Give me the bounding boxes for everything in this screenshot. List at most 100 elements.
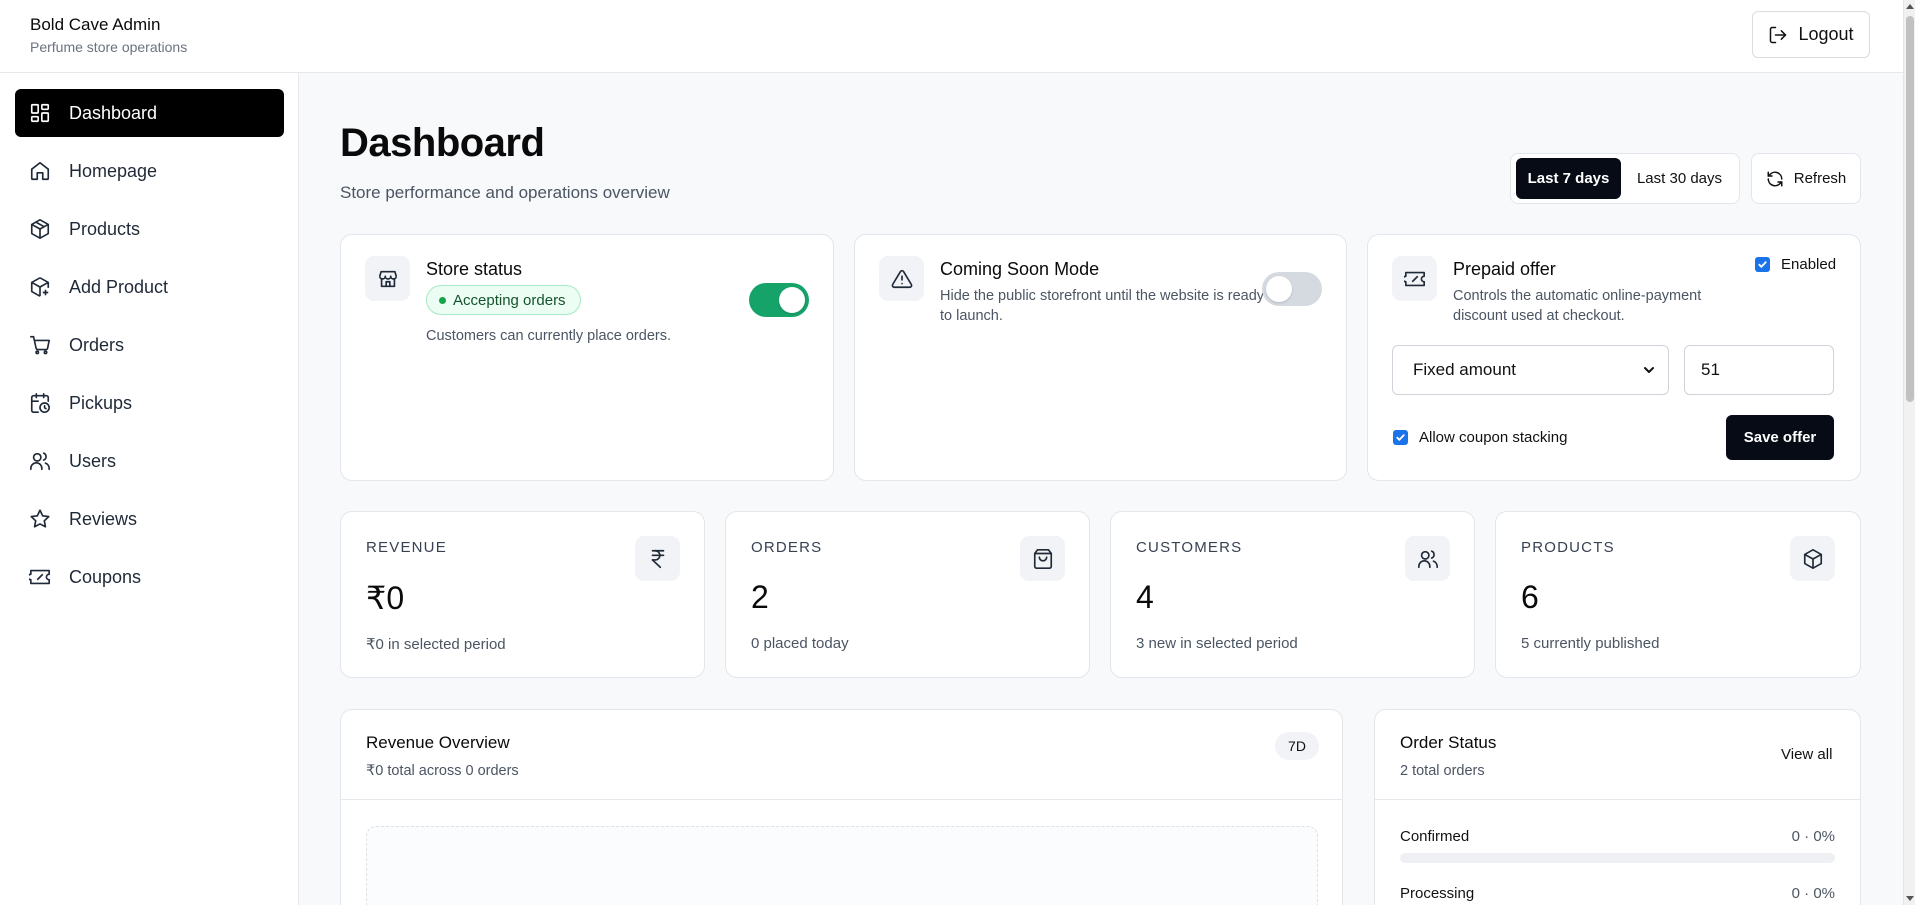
sidebar-item-label: Add Product <box>69 276 169 297</box>
sidebar-item-label: Coupons <box>69 566 142 587</box>
store-icon <box>365 256 410 301</box>
date-range-toggle: Last 7 days Last 30 days <box>1510 153 1740 204</box>
discount-type-value: Fixed amount <box>1413 360 1516 379</box>
coupon-stacking-checkbox[interactable] <box>1393 430 1408 445</box>
stat-label: CUSTOMERS <box>1136 539 1243 556</box>
logout-label: Logout <box>1798 24 1854 44</box>
sidebar-item-dashboard[interactable]: Dashboard <box>15 89 284 137</box>
range-last-7-days-button[interactable]: Last 7 days <box>1516 158 1621 199</box>
page-subtitle: Store performance and operations overvie… <box>340 183 670 202</box>
stat-subtext: 3 new in selected period <box>1136 635 1298 652</box>
panel-divider <box>1375 799 1860 800</box>
coming-soon-title: Coming Soon Mode <box>940 259 1100 279</box>
status-badge: Accepting orders <box>426 285 581 315</box>
sidebar-item-products[interactable]: Products <box>15 205 284 253</box>
status-row-name: Confirmed <box>1400 828 1470 845</box>
customers-stat-card: CUSTOMERS 4 3 new in selected period <box>1110 511 1475 678</box>
sidebar-item-reviews[interactable]: Reviews <box>15 495 284 543</box>
page-title: Dashboard <box>340 121 545 165</box>
panel-divider <box>341 799 1342 800</box>
coming-soon-toggle[interactable] <box>1262 272 1322 306</box>
order-status-title: Order Status <box>1400 733 1497 752</box>
sidebar-item-label: Homepage <box>69 160 158 181</box>
package-icon <box>30 219 50 239</box>
status-row-value: 0 · 0% <box>1791 885 1835 902</box>
rupee-icon <box>635 536 680 581</box>
stat-subtext: 0 placed today <box>751 635 849 652</box>
sidebar-item-homepage[interactable]: Homepage <box>15 147 284 195</box>
sidebar-item-coupons[interactable]: Coupons <box>15 553 284 601</box>
order-status-subtitle: 2 total orders <box>1400 763 1485 779</box>
coming-soon-card: Coming Soon Mode Hide the public storefr… <box>854 234 1347 481</box>
prepaid-offer-card: Prepaid offer Controls the automatic onl… <box>1367 234 1861 481</box>
refresh-button[interactable]: Refresh <box>1751 153 1861 204</box>
stat-value: 2 <box>751 579 769 615</box>
status-row-name: Processing <box>1400 885 1475 902</box>
sidebar-item-label: Dashboard <box>69 102 158 123</box>
calendar-clock-icon <box>30 393 50 413</box>
stat-label: REVENUE <box>366 539 447 556</box>
stat-label: ORDERS <box>751 539 823 556</box>
enabled-checkbox[interactable] <box>1755 257 1770 272</box>
cart-icon <box>30 335 50 355</box>
chevron-down-icon <box>1644 367 1654 373</box>
top-bar: Bold Cave Admin Perfume store operations… <box>0 0 1903 73</box>
coming-soon-description: Hide the public storefront until the web… <box>940 288 1265 324</box>
prepaid-offer-description: Controls the automatic online-payment di… <box>1453 288 1702 324</box>
refresh-label: Refresh <box>1793 170 1847 187</box>
offer-amount-input[interactable]: 51 <box>1684 345 1834 395</box>
sidebar-item-label: Reviews <box>69 508 138 529</box>
revenue-chart-area <box>366 826 1318 905</box>
refresh-icon <box>1767 171 1783 186</box>
stat-subtext: 5 currently published <box>1521 635 1660 652</box>
stat-value: 6 <box>1521 579 1539 615</box>
sidebar-item-users[interactable]: Users <box>15 437 284 485</box>
home-icon <box>30 161 50 181</box>
box-icon <box>1790 536 1835 581</box>
sidebar-item-label: Products <box>69 218 141 239</box>
check-icon <box>1758 261 1767 268</box>
revenue-stat-card: REVENUE ₹0 ₹0 in selected period <box>340 511 705 678</box>
ticket-icon <box>1392 256 1437 301</box>
range-chip: 7D <box>1275 732 1319 760</box>
stat-value: 4 <box>1136 579 1154 615</box>
status-badge-label: Accepting orders <box>453 291 566 309</box>
sidebar-item-label: Pickups <box>69 392 133 413</box>
page-scrollbar[interactable] <box>1903 0 1915 905</box>
ticket-icon <box>29 569 50 585</box>
sidebar-item-orders[interactable]: Orders <box>15 321 284 369</box>
sidebar-item-pickups[interactable]: Pickups <box>15 379 284 427</box>
scroll-down-arrow-icon[interactable] <box>1906 896 1914 901</box>
save-offer-button[interactable]: Save offer <box>1726 415 1834 460</box>
discount-type-select[interactable]: Fixed amount <box>1392 345 1669 395</box>
prepaid-offer-title: Prepaid offer <box>1453 259 1556 279</box>
status-dot <box>439 297 446 304</box>
shopping-bag-icon <box>1020 536 1065 581</box>
app-subtitle: Perfume store operations <box>30 39 188 55</box>
scrollbar-thumb[interactable] <box>1906 16 1914 402</box>
dashboard-icon <box>30 103 50 123</box>
store-status-toggle[interactable] <box>749 283 809 317</box>
store-status-title: Store status <box>426 259 523 279</box>
order-status-panel: Order Status 2 total orders View all Con… <box>1374 709 1861 905</box>
warning-icon <box>879 256 924 301</box>
orders-stat-card: ORDERS 2 0 placed today <box>725 511 1090 678</box>
logout-icon <box>1770 26 1787 43</box>
range-last-30-days-button[interactable]: Last 30 days <box>1626 158 1733 199</box>
sidebar: Dashboard Homepage Products Add Product … <box>0 73 299 905</box>
sidebar-item-label: Orders <box>69 334 125 355</box>
logout-button[interactable]: Logout <box>1752 11 1870 58</box>
view-all-link[interactable]: View all <box>1781 746 1832 763</box>
star-icon <box>30 509 50 528</box>
sidebar-item-add-product[interactable]: Add Product <box>15 263 284 311</box>
products-stat-card: PRODUCTS 6 5 currently published <box>1495 511 1861 678</box>
coupon-stacking-label: Allow coupon stacking <box>1419 429 1568 446</box>
scroll-up-arrow-icon[interactable] <box>1906 4 1914 9</box>
check-icon <box>1396 434 1405 441</box>
revenue-overview-title: Revenue Overview <box>366 733 510 752</box>
app-title: Bold Cave Admin <box>30 15 161 34</box>
stat-label: PRODUCTS <box>1521 539 1615 556</box>
store-status-description: Customers can currently place orders. <box>426 328 671 344</box>
status-row-value: 0 · 0% <box>1791 828 1835 845</box>
enabled-label: Enabled <box>1781 256 1837 273</box>
